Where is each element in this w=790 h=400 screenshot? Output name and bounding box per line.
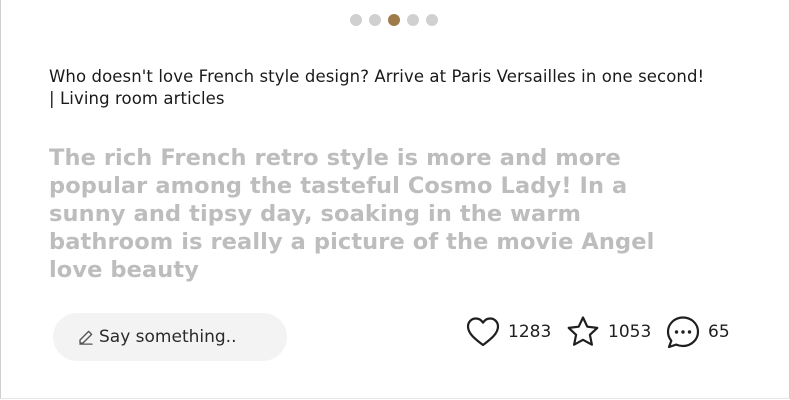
comment-count: 65 — [708, 322, 730, 342]
like-count: 1283 — [508, 322, 552, 342]
comment-bubble-icon — [666, 316, 700, 349]
carousel-dot-1[interactable] — [350, 14, 362, 26]
carousel-pagination — [350, 14, 438, 26]
article-card: Who doesn't love French style design? Ar… — [0, 0, 790, 399]
comment-placeholder: Say something.. — [99, 327, 237, 347]
article-title: Who doesn't love French style design? Ar… — [49, 67, 705, 108]
carousel-dot-5[interactable] — [426, 14, 438, 26]
favorite-count: 1053 — [608, 322, 652, 342]
carousel-dot-2[interactable] — [369, 14, 381, 26]
like-button[interactable]: 1283 — [465, 312, 551, 352]
comments-button[interactable]: 65 — [665, 312, 730, 352]
pencil-icon — [79, 330, 93, 345]
favorite-button[interactable]: 1053 — [565, 312, 651, 352]
star-icon — [567, 316, 599, 346]
carousel-dot-4[interactable] — [407, 14, 419, 26]
heart-icon — [466, 317, 500, 347]
carousel-dot-3-active[interactable] — [388, 14, 400, 26]
article-excerpt: The rich French retro style is more and … — [49, 145, 655, 283]
comment-input[interactable]: Say something.. — [53, 313, 287, 361]
